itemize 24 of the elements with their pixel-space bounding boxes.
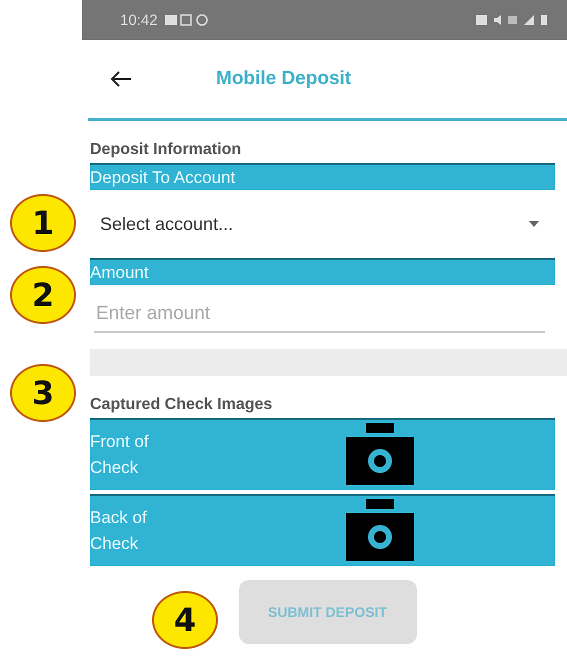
check-capture-row[interactable]: Back of Check	[90, 494, 555, 566]
status-time: 10:42	[120, 12, 158, 28]
back-arrow-icon[interactable]	[110, 70, 132, 88]
amount-input[interactable]: Enter amount	[94, 297, 545, 333]
mute-icon	[494, 15, 501, 25]
numbered-callout: 4	[152, 591, 218, 649]
field-label: Amount	[90, 258, 555, 285]
camera-icon[interactable]	[346, 423, 414, 485]
check-side-label: Front of Check	[90, 431, 150, 479]
notification-icons	[164, 14, 209, 26]
battery-icon	[541, 15, 547, 25]
camera-icon[interactable]	[346, 499, 414, 561]
signal-icon	[524, 15, 534, 25]
account-dropdown[interactable]: Select account...	[90, 190, 555, 258]
section-heading: Deposit Information	[90, 141, 242, 160]
numbered-callout: 1	[10, 194, 76, 252]
numbered-callout: 2	[10, 266, 76, 324]
check-capture-row[interactable]: Front of Check	[90, 418, 555, 490]
numbered-callout: 3	[10, 364, 76, 422]
section-heading: Captured Check Images	[90, 396, 274, 415]
field-label: Deposit To Account	[90, 163, 555, 190]
check-side-label: Back of Check	[90, 507, 148, 555]
dropdown-caret-icon	[529, 221, 539, 227]
screen-title: Mobile Deposit	[216, 68, 352, 90]
